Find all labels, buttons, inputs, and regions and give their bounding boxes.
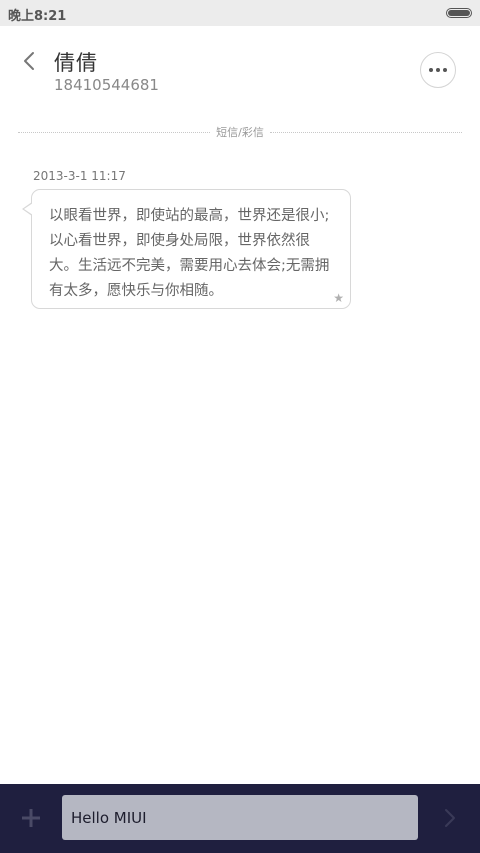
add-attachment-button[interactable] (16, 803, 46, 833)
send-arrow-icon (445, 809, 455, 827)
more-dot (436, 68, 440, 72)
contact-name: 倩倩 (54, 51, 98, 75)
message-bubble[interactable]: 以眼看世界，即使站的最高，世界还是很小;以心看世界，即使身处局限，世界依然很大。… (31, 189, 351, 309)
star-icon[interactable]: ★ (333, 291, 344, 305)
battery-level (448, 10, 470, 16)
plus-icon (22, 809, 40, 827)
message-type-divider: 短信/彩信 (18, 124, 462, 140)
message-timestamp: 2013-3-1 11:17 (33, 169, 126, 183)
divider-line-left (18, 131, 211, 133)
divider-line-right (269, 131, 462, 133)
status-time: 晚上8:21 (8, 9, 67, 24)
battery-icon (446, 8, 472, 18)
bubble-tail-inner (24, 203, 33, 215)
contact-number: 18410544681 (54, 76, 159, 94)
message-input[interactable] (62, 795, 418, 840)
back-button[interactable] (16, 48, 42, 74)
compose-bar (0, 784, 480, 853)
chevron-left-icon (24, 52, 34, 70)
divider-label: 短信/彩信 (216, 126, 264, 139)
sms-conversation-screen: 晚上8:21 倩倩 18410544681 短信/彩信 2013-3-1 11:… (0, 0, 480, 853)
more-options-button[interactable] (420, 52, 456, 88)
more-dot (443, 68, 447, 72)
more-dots-icon (429, 68, 433, 72)
message-text: 以眼看世界，即使站的最高，世界还是很小;以心看世界，即使身处局限，世界依然很大。… (49, 208, 330, 299)
status-bar: 晚上8:21 (0, 0, 480, 26)
send-button[interactable] (438, 806, 462, 830)
